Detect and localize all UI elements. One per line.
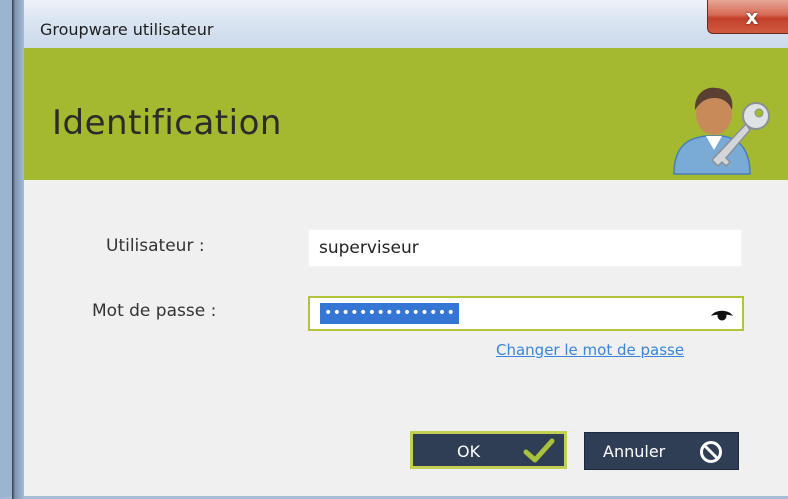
password-label: Mot de passe : bbox=[92, 301, 217, 321]
close-icon: x bbox=[745, 4, 759, 29]
password-field[interactable]: ••••••••••••••• bbox=[308, 296, 744, 331]
change-password-link[interactable]: Changer le mot de passe bbox=[496, 341, 684, 359]
close-button[interactable]: x bbox=[707, 0, 788, 34]
cancel-icon bbox=[700, 441, 722, 463]
ok-button-label: OK bbox=[457, 442, 481, 461]
title-bar[interactable]: Groupware utilisateur x bbox=[24, 0, 788, 48]
check-icon bbox=[523, 438, 555, 463]
window-title: Groupware utilisateur bbox=[40, 20, 214, 39]
page-title: Identification bbox=[52, 103, 282, 143]
ok-button[interactable]: OK bbox=[410, 431, 567, 469]
window-frame-left bbox=[12, 0, 24, 499]
dialog-body: Identification Utilisateur : superviseur… bbox=[24, 48, 788, 496]
login-dialog-window: Groupware utilisateur x Identification U… bbox=[0, 0, 788, 499]
cancel-button-label: Annuler bbox=[603, 442, 666, 461]
user-field[interactable]: superviseur bbox=[308, 229, 742, 267]
cancel-button[interactable]: Annuler bbox=[584, 432, 739, 470]
password-masked-value: ••••••••••••••• bbox=[320, 303, 460, 324]
user-label: Utilisateur : bbox=[106, 236, 205, 256]
user-key-icon bbox=[673, 87, 770, 175]
eye-icon[interactable] bbox=[710, 306, 734, 322]
header-band: Identification bbox=[24, 48, 788, 180]
